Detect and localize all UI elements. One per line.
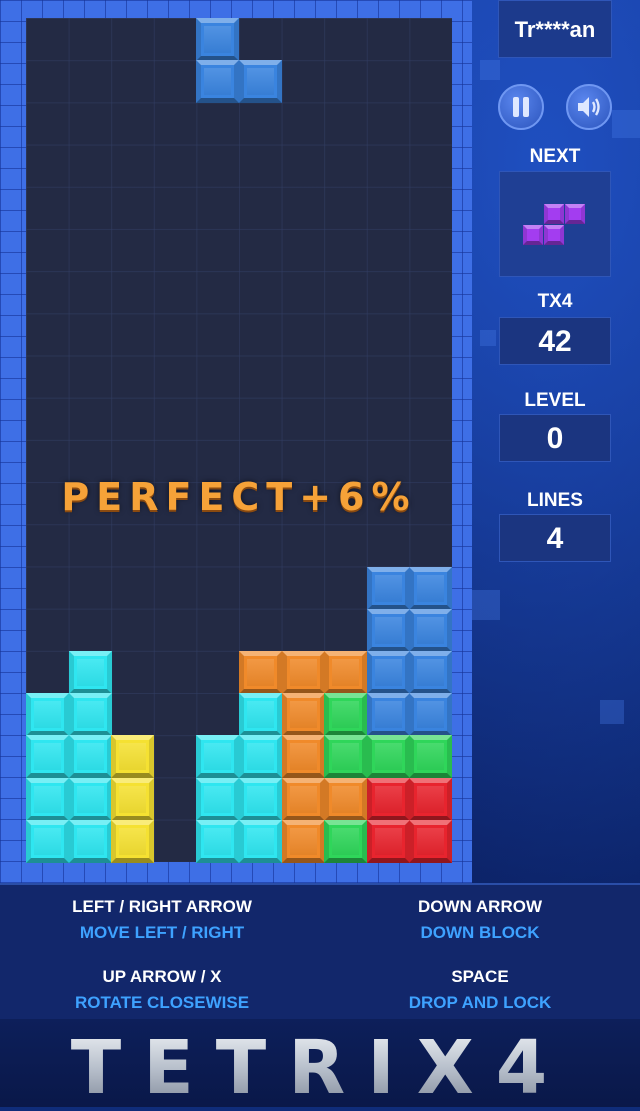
locked-block bbox=[409, 566, 453, 610]
locked-block bbox=[196, 735, 240, 779]
locked-block bbox=[239, 735, 282, 779]
locked-block bbox=[68, 735, 112, 779]
locked-block bbox=[409, 608, 453, 652]
locked-block bbox=[366, 693, 410, 737]
locked-block bbox=[281, 693, 325, 737]
control-action: MOVE LEFT / RIGHT bbox=[79, 923, 245, 942]
score-label: TX4 bbox=[537, 291, 573, 312]
locked-block bbox=[68, 651, 112, 694]
locked-block bbox=[196, 777, 240, 821]
next-piece-block bbox=[544, 225, 564, 245]
locked-block bbox=[409, 735, 453, 779]
lines-label: LINES bbox=[527, 490, 583, 511]
locked-block bbox=[111, 735, 155, 779]
locked-block bbox=[324, 777, 368, 821]
level-label: LEVEL bbox=[524, 390, 586, 411]
locked-block bbox=[366, 566, 410, 610]
score-value: 42 bbox=[499, 317, 611, 365]
locked-block bbox=[111, 819, 155, 863]
locked-block bbox=[239, 777, 282, 821]
locked-block bbox=[281, 819, 325, 863]
next-piece-preview bbox=[499, 171, 611, 277]
logo-bar: TETRIX4 bbox=[0, 1019, 640, 1111]
control-down: DOWN ARROW DOWN BLOCK bbox=[330, 897, 630, 943]
game-logo: TETRIX4 bbox=[0, 1025, 640, 1111]
locked-block bbox=[281, 735, 325, 779]
control-key: LEFT / RIGHT ARROW bbox=[72, 897, 252, 916]
locked-block bbox=[26, 693, 69, 737]
locked-block bbox=[281, 651, 325, 694]
locked-block bbox=[324, 735, 368, 779]
lines-value: 4 bbox=[499, 514, 611, 562]
locked-block bbox=[26, 819, 69, 863]
locked-block bbox=[239, 693, 282, 737]
locked-block bbox=[409, 819, 453, 863]
control-move: LEFT / RIGHT ARROW MOVE LEFT / RIGHT bbox=[12, 897, 312, 943]
background-pixel bbox=[480, 60, 500, 80]
locked-block bbox=[409, 777, 453, 821]
locked-block bbox=[26, 735, 69, 779]
perfect-bonus-message: PERFECT+6% bbox=[61, 475, 417, 519]
pause-button[interactable] bbox=[498, 84, 544, 130]
control-action: DROP AND LOCK bbox=[408, 993, 552, 1012]
next-piece-block bbox=[544, 204, 564, 224]
locked-block bbox=[366, 777, 410, 821]
locked-block bbox=[324, 693, 368, 737]
next-piece-block bbox=[523, 225, 543, 245]
controls-help: LEFT / RIGHT ARROW MOVE LEFT / RIGHT DOW… bbox=[0, 883, 640, 1021]
locked-block bbox=[366, 608, 410, 652]
locked-block bbox=[68, 819, 112, 863]
control-drop: SPACE DROP AND LOCK bbox=[330, 967, 630, 1013]
background-pixel bbox=[470, 590, 500, 620]
board-frame bbox=[0, 0, 472, 883]
locked-block bbox=[68, 777, 112, 821]
locked-block bbox=[26, 777, 69, 821]
locked-block bbox=[324, 819, 368, 863]
control-rotate: UP ARROW / X ROTATE CLOSEWISE bbox=[12, 967, 312, 1013]
locked-block bbox=[239, 651, 282, 694]
player-name: Tr****an bbox=[498, 0, 612, 58]
sound-button[interactable] bbox=[566, 84, 612, 130]
locked-block bbox=[68, 693, 112, 737]
locked-block bbox=[366, 819, 410, 863]
locked-block bbox=[111, 777, 155, 821]
pause-icon bbox=[513, 97, 529, 117]
falling-block bbox=[239, 60, 282, 104]
background-pixel bbox=[480, 330, 496, 346]
control-key: SPACE bbox=[451, 967, 509, 986]
next-piece-block bbox=[565, 204, 585, 224]
falling-block bbox=[196, 18, 240, 61]
locked-block bbox=[409, 693, 453, 737]
locked-block bbox=[409, 651, 453, 694]
locked-block bbox=[281, 777, 325, 821]
level-value: 0 bbox=[499, 414, 611, 462]
control-key: DOWN ARROW bbox=[417, 897, 542, 916]
control-key: UP ARROW / X bbox=[102, 967, 222, 986]
locked-block bbox=[366, 735, 410, 779]
locked-block bbox=[324, 651, 368, 694]
speaker-icon bbox=[578, 97, 600, 117]
control-action: DOWN BLOCK bbox=[420, 923, 540, 942]
game-board[interactable] bbox=[26, 18, 453, 863]
control-action: ROTATE CLOSEWISE bbox=[74, 993, 250, 1012]
next-label: NEXT bbox=[529, 146, 581, 167]
background-pixel bbox=[600, 700, 624, 724]
background-pixel bbox=[612, 110, 640, 138]
locked-block bbox=[239, 819, 282, 863]
locked-block bbox=[366, 651, 410, 694]
locked-block bbox=[196, 819, 240, 863]
falling-block bbox=[196, 60, 240, 104]
